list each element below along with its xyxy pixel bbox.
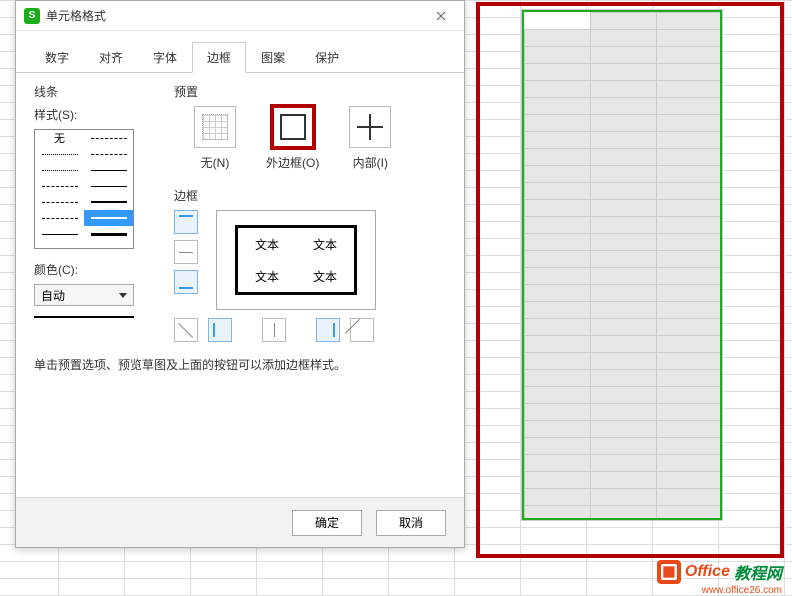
style-selected[interactable] [84,210,133,226]
border-top-button[interactable] [174,210,198,234]
line-style-list[interactable]: 无 [34,129,134,249]
border-right-icon [321,323,335,337]
watermark: Office 教程网 [657,560,782,584]
close-button[interactable] [426,6,456,26]
dialog-title: 单元格格式 [46,7,426,24]
style-opt[interactable] [35,162,84,178]
preset-none[interactable]: 无(N) [194,106,236,171]
diag-down-icon [179,323,193,337]
selection-grid-lines [524,12,720,518]
none-border-icon [202,114,228,140]
line-section-label: 线条 [34,83,156,100]
preset-section-label: 预置 [174,83,446,100]
line-sample [34,316,134,318]
tab-protect[interactable]: 保护 [300,42,354,73]
border-mid-h-icon [179,245,193,259]
style-opt[interactable] [35,226,84,242]
preset-outer[interactable]: 外边框(O) [266,106,319,171]
watermark-icon [657,560,681,584]
tab-font[interactable]: 字体 [138,42,192,73]
border-diag-up-button[interactable] [350,318,374,342]
dialog-body: 线条 样式(S): 无 [16,73,464,383]
border-left-icon [213,323,227,337]
border-top-icon [179,215,193,229]
selected-cells[interactable] [522,10,722,520]
preview-cell: 文本 [296,228,354,260]
border-diag-down-button[interactable] [174,318,198,342]
style-opt[interactable] [35,210,84,226]
style-none[interactable]: 无 [35,130,84,146]
preview-cell: 文本 [296,260,354,292]
style-opt[interactable] [35,146,84,162]
style-opt[interactable] [84,162,133,178]
active-cell[interactable] [524,12,590,29]
color-value: 自动 [41,287,65,304]
preview-cell: 文本 [238,260,296,292]
border-section: 文本 文本 文本 文本 [174,210,446,342]
preset-inner[interactable]: 内部(I) [349,106,391,171]
style-opt[interactable] [84,194,133,210]
tab-number[interactable]: 数字 [30,42,84,73]
preset-row: 无(N) 外边框(O) 内部(I) [194,106,446,171]
style-label: 样式(S): [34,106,156,123]
right-panel: 预置 无(N) 外边框(O) 内部(I) 边框 [174,83,446,373]
hint-text: 单击预置选项、预览草图及上面的按钮可以添加边框样式。 [34,356,446,373]
tab-align[interactable]: 对齐 [84,42,138,73]
titlebar: S 单元格格式 [16,1,464,31]
border-mid-h-button[interactable] [174,240,198,264]
color-label: 颜色(C): [34,261,156,278]
bottom-border-buttons [174,318,446,342]
left-border-buttons [174,210,198,294]
watermark-brand2: 教程网 [734,560,782,584]
preview-cell: 文本 [238,228,296,260]
line-panel: 线条 样式(S): 无 [34,83,156,373]
diag-up-icon [355,323,369,337]
border-mid-v-icon [267,323,281,337]
style-opt[interactable] [84,146,133,162]
border-right-button[interactable] [316,318,340,342]
ok-button[interactable]: 确定 [292,510,362,536]
watermark-url: www.office26.com [702,585,782,596]
cancel-button[interactable]: 取消 [376,510,446,536]
tab-pattern[interactable]: 图案 [246,42,300,73]
tab-bar: 数字 对齐 字体 边框 图案 保护 [16,31,464,73]
color-dropdown[interactable]: 自动 [34,284,134,306]
border-section-label: 边框 [174,187,446,204]
close-icon [436,11,446,21]
style-opt[interactable] [84,130,133,146]
outer-border-icon [280,114,306,140]
style-opt[interactable] [35,178,84,194]
tab-border[interactable]: 边框 [192,42,246,73]
border-bottom-button[interactable] [174,270,198,294]
chevron-down-icon [119,293,127,298]
style-opt[interactable] [84,226,133,242]
border-preview[interactable]: 文本 文本 文本 文本 [216,210,376,310]
inner-border-icon [357,114,383,140]
border-bottom-icon [179,275,193,289]
watermark-brand1: Office [685,563,730,581]
border-left-button[interactable] [208,318,232,342]
style-opt[interactable] [84,178,133,194]
border-mid-v-button[interactable] [262,318,286,342]
style-opt[interactable] [35,194,84,210]
dialog-footer: 确定 取消 [16,497,464,547]
cell-format-dialog: S 单元格格式 数字 对齐 字体 边框 图案 保护 线条 样式(S): 无 [15,0,465,548]
app-icon: S [24,8,40,24]
